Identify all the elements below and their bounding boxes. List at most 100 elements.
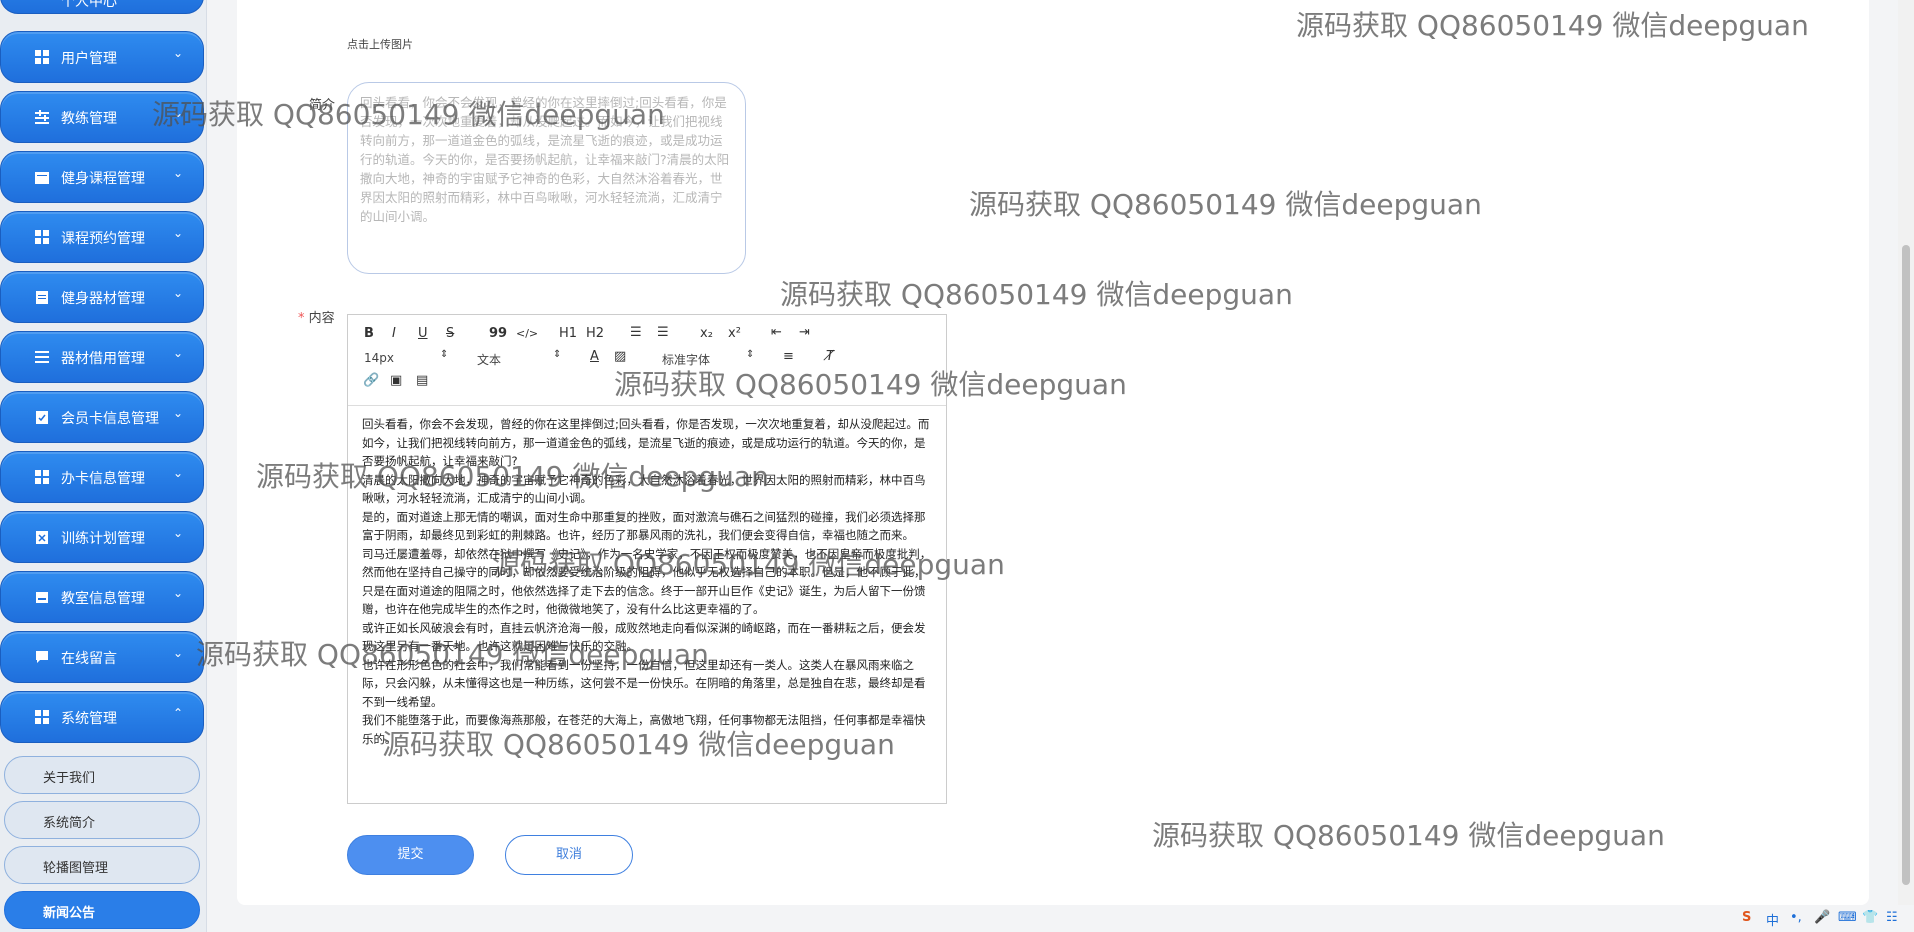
sidebar-item-label: 个人中心 bbox=[61, 0, 117, 10]
chevron-down-icon: ⌄ bbox=[172, 586, 183, 600]
h1-button[interactable]: H1 bbox=[559, 326, 577, 341]
sidebar-item-bookings[interactable]: 课程预约管理 ⌄ bbox=[0, 211, 204, 263]
chevron-down-icon: ⌄ bbox=[172, 226, 183, 240]
sidebar-item-membership[interactable]: 会员卡信息管理 ⌄ bbox=[0, 391, 204, 443]
watermark: 源码获取 QQ86050149 微信deepguan bbox=[614, 368, 1127, 401]
watermark: 源码获取 QQ86050149 微信deepguan bbox=[382, 728, 895, 761]
keyboard-icon[interactable]: ⌨ bbox=[1838, 910, 1857, 925]
sidebar-item-label: 系统管理 bbox=[61, 711, 117, 727]
sidebar-subitem-carousel[interactable]: 轮播图管理 bbox=[4, 846, 200, 884]
sidebar-item-label: 用户管理 bbox=[61, 51, 117, 67]
sidebar-item-label: 器材借用管理 bbox=[61, 351, 145, 367]
italic-button[interactable]: I bbox=[392, 326, 396, 341]
video-icon[interactable]: ▤ bbox=[416, 373, 428, 388]
sidebar-subitem-label: 系统简介 bbox=[43, 816, 96, 831]
sidebar-subitem-label: 新闻公告 bbox=[43, 906, 96, 921]
sidebar-item-label: 健身课程管理 bbox=[61, 171, 145, 187]
sidebar-item-label: 会员卡信息管理 bbox=[61, 411, 159, 427]
sidebar-item-label: 课程预约管理 bbox=[61, 231, 145, 247]
subscript-button[interactable]: x₂ bbox=[700, 326, 713, 341]
microphone-icon[interactable]: 🎤 bbox=[1814, 910, 1830, 925]
sidebar-item-label: 健身器材管理 bbox=[61, 291, 145, 307]
sidebar-item-equipment[interactable]: 健身器材管理 ⌄ bbox=[0, 271, 204, 323]
grid-icon bbox=[35, 709, 49, 724]
inbox-icon bbox=[35, 589, 49, 603]
sidebar-item-label: 训练计划管理 bbox=[61, 531, 145, 547]
h2-button[interactable]: H2 bbox=[586, 326, 604, 341]
calendar-icon bbox=[35, 169, 49, 184]
chevron-down-icon: ⌄ bbox=[172, 526, 183, 540]
content-label-text: 内容 bbox=[308, 311, 335, 326]
sidebar-item-equipment-borrow[interactable]: 器材借用管理 ⌄ bbox=[0, 331, 204, 383]
strike-button[interactable]: S bbox=[446, 326, 454, 341]
content-paragraph: 是的，面对道途上那无情的嘲讽，面对生命中那重复的挫败，面对激流与礁石之间猛烈的碰… bbox=[362, 509, 926, 543]
align-icon[interactable]: ≡ bbox=[783, 349, 794, 364]
chevron-down-icon: ⌄ bbox=[172, 346, 183, 360]
chevron-down-icon: ⌄ bbox=[172, 46, 183, 60]
grid-icon bbox=[35, 469, 49, 484]
underline-button[interactable]: U bbox=[418, 326, 428, 341]
watermark: 源码获取 QQ86050149 微信deepguan bbox=[152, 98, 665, 131]
sidebar-item-messages[interactable]: 在线留言 ⌄ bbox=[0, 631, 204, 683]
ime-lang-icon[interactable]: 中 bbox=[1766, 910, 1779, 929]
link-icon[interactable]: 🔗 bbox=[363, 373, 379, 388]
sidebar-item-system[interactable]: 系统管理 ⌃ bbox=[0, 691, 204, 743]
chevron-down-icon: ⌄ bbox=[172, 406, 183, 420]
sidebar-item-users[interactable]: 用户管理 ⌄ bbox=[0, 31, 204, 83]
sliders-icon bbox=[35, 109, 49, 124]
watermark: 源码获取 QQ86050149 微信deepguan bbox=[492, 548, 1005, 581]
cancel-button[interactable]: 取消 bbox=[505, 835, 633, 875]
chevron-up-icon: ⌃ bbox=[172, 706, 183, 720]
text-type-select[interactable]: 文本 bbox=[477, 351, 501, 368]
submit-button[interactable]: 提交 bbox=[347, 835, 474, 875]
scrollbar-thumb[interactable] bbox=[1902, 245, 1910, 885]
chevron-down-icon: ⌄ bbox=[172, 466, 183, 480]
bold-button[interactable]: B bbox=[364, 326, 374, 341]
upload-hint[interactable]: 点击上传图片 bbox=[347, 36, 413, 52]
select-arrows-icon: ⇕ bbox=[553, 349, 562, 360]
grid-icon bbox=[35, 229, 49, 244]
font-size-select[interactable]: 14px bbox=[364, 351, 394, 365]
sidebar-subitem-label: 轮播图管理 bbox=[43, 861, 109, 876]
watermark: 源码获取 QQ86050149 微信deepguan bbox=[196, 638, 709, 671]
bullet-list-icon[interactable]: ☰ bbox=[657, 325, 669, 340]
sidebar-subitem-news[interactable]: 新闻公告 bbox=[4, 891, 200, 929]
select-arrows-icon: ⇕ bbox=[440, 349, 449, 360]
ime-logo-icon[interactable]: S bbox=[1742, 910, 1751, 925]
chat-icon bbox=[35, 649, 49, 663]
sidebar-subitem-about[interactable]: 关于我们 bbox=[4, 756, 200, 794]
toolbox-icon[interactable]: ☷ bbox=[1886, 910, 1898, 925]
sidebar: 个人中心 用户管理 ⌄ 教练管理 ⌄ 健身课程管理 ⌄ 课程预约管理 ⌄ 健身器… bbox=[0, 0, 207, 932]
skin-icon[interactable]: 👕 bbox=[1862, 910, 1878, 925]
system-tray: S 中 •, 🎤 ⌨ 👕 ☷ bbox=[1736, 906, 1914, 932]
clipboard-x-icon bbox=[35, 529, 49, 544]
clear-format-icon[interactable]: T̸ bbox=[826, 349, 834, 364]
sidebar-item-training-plans[interactable]: 训练计划管理 ⌄ bbox=[0, 511, 204, 563]
sidebar-subitem-system-intro[interactable]: 系统简介 bbox=[4, 801, 200, 839]
sidebar-item-label: 办卡信息管理 bbox=[61, 471, 145, 487]
list-icon bbox=[35, 349, 49, 363]
background-color-icon[interactable]: ▨ bbox=[614, 349, 626, 364]
ime-punct-icon[interactable]: •, bbox=[1790, 910, 1802, 925]
sidebar-item-classrooms[interactable]: 教室信息管理 ⌄ bbox=[0, 571, 204, 623]
sidebar-subitem-label: 关于我们 bbox=[43, 771, 96, 786]
sidebar-item-label: 在线留言 bbox=[61, 651, 117, 667]
ordered-list-icon[interactable]: ☰ bbox=[630, 325, 642, 340]
sidebar-item-label: 教练管理 bbox=[61, 111, 117, 127]
image-icon[interactable]: ▣ bbox=[390, 373, 402, 388]
watermark: 源码获取 QQ86050149 微信deepguan bbox=[780, 278, 1293, 311]
sidebar-item-profile[interactable]: 个人中心 bbox=[0, 0, 204, 14]
clipboard-icon bbox=[35, 289, 49, 304]
indent-icon[interactable]: ⇥ bbox=[799, 325, 810, 340]
grid-icon bbox=[35, 49, 49, 64]
sidebar-item-card-applications[interactable]: 办卡信息管理 ⌄ bbox=[0, 451, 204, 503]
font-color-icon[interactable]: A bbox=[590, 349, 599, 364]
outdent-icon[interactable]: ⇤ bbox=[771, 325, 782, 340]
watermark: 源码获取 QQ86050149 微信deepguan bbox=[1296, 9, 1809, 42]
required-mark: * bbox=[298, 311, 305, 326]
sidebar-item-courses[interactable]: 健身课程管理 ⌄ bbox=[0, 151, 204, 203]
chevron-down-icon: ⌄ bbox=[172, 166, 183, 180]
superscript-button[interactable]: x² bbox=[728, 326, 741, 341]
code-button[interactable]: </> bbox=[516, 327, 538, 340]
quote-button[interactable]: 99 bbox=[489, 326, 507, 341]
